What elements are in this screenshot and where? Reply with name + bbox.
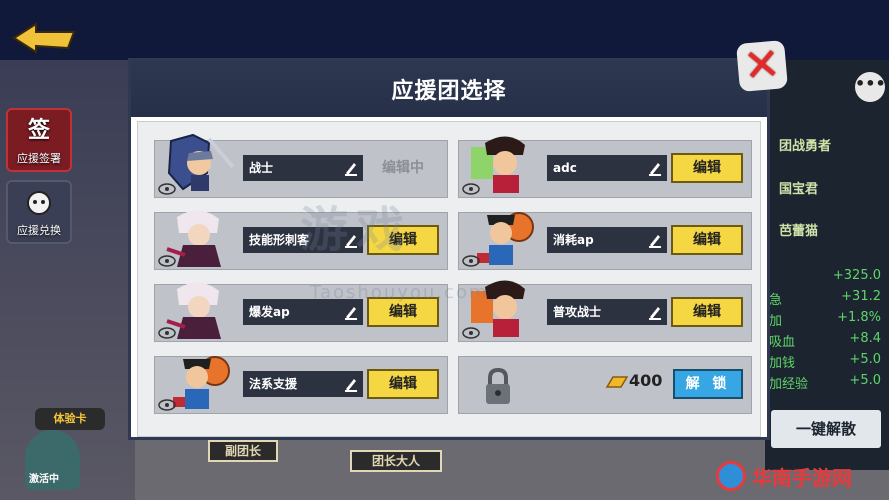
- gold-bar-icon: [605, 376, 629, 388]
- stat-label: 加: [769, 314, 783, 329]
- unlock-button[interactable]: 解 锁: [673, 369, 743, 399]
- sidebar-item-label: 应援签署: [17, 152, 61, 165]
- site-watermark-text: 华南手游网: [752, 465, 852, 490]
- locked-team-slot[interactable]: 400 解 锁: [458, 356, 752, 414]
- team-name-label: 普攻战士: [553, 305, 602, 319]
- member-name: 国宝君: [779, 182, 819, 197]
- team-name-field[interactable]: adc: [547, 155, 667, 181]
- eye-icon[interactable]: [462, 327, 480, 339]
- pencil-icon[interactable]: [647, 232, 663, 248]
- stat-value: +8.4: [849, 331, 881, 346]
- team-name-label: adc: [553, 161, 577, 175]
- team-name-label: 法系支援: [249, 377, 298, 391]
- dialog-header: 应援团选择: [131, 61, 767, 117]
- sidebar-item-cheer-sign[interactable]: 签 应援签署: [6, 108, 72, 172]
- team-name-label: 战士: [249, 161, 274, 175]
- team-name-field[interactable]: 法系支援: [243, 371, 363, 397]
- pencil-icon[interactable]: [343, 376, 359, 392]
- stat-value: +325.0: [832, 268, 881, 283]
- more-options-icon[interactable]: •••: [855, 72, 886, 102]
- trial-character-avatar[interactable]: 激活中: [25, 430, 80, 490]
- team-slot[interactable]: 消耗ap 编辑: [458, 212, 752, 270]
- site-logo-icon: [716, 461, 746, 491]
- disband-all-button[interactable]: 一键解散: [771, 410, 881, 448]
- pencil-icon[interactable]: [343, 160, 359, 176]
- team-name-label: 爆发ap: [249, 305, 290, 319]
- back-arrow-icon[interactable]: [10, 18, 80, 58]
- team-slot[interactable]: adc 编辑: [458, 136, 752, 198]
- close-icon: ✕: [741, 38, 783, 93]
- center-watermark: 游戏: [300, 202, 413, 258]
- pencil-icon[interactable]: [647, 304, 663, 320]
- pencil-icon[interactable]: [647, 160, 663, 176]
- dialog-body: 战士 编辑中 adc 编辑 技能形刺客 编辑 消耗ap 编辑 爆发ap 编辑 普…: [137, 121, 761, 437]
- sidebar-item-cheer-sign-glyph: 签: [27, 118, 50, 143]
- eye-icon[interactable]: [158, 255, 176, 267]
- stat-value: +1.8%: [837, 310, 881, 325]
- trial-card-label[interactable]: 体验卡: [35, 408, 105, 430]
- eye-icon[interactable]: [462, 255, 480, 267]
- sidebar-item-label: 应援兑换: [17, 224, 61, 237]
- cheer-team-select-dialog: 应援团选择 战士 编辑中 adc 编辑 技能形刺客 编辑 消耗ap 编辑 爆发a…: [128, 58, 770, 440]
- edit-button[interactable]: 编辑: [671, 153, 743, 183]
- eye-icon[interactable]: [158, 327, 176, 339]
- stat-label: 加钱: [769, 356, 796, 371]
- role-tag-leader: 团长大人: [350, 450, 442, 472]
- member-name: 团战勇者: [779, 139, 832, 154]
- sidebar-item-cheer-exchange[interactable]: 应援兑换: [6, 180, 72, 244]
- right-info-panel: ••• 团战勇者 国宝君 芭蕾猫 +325.0 急 +31.2 加 +1.8% …: [765, 60, 889, 470]
- stat-label: 吸血: [769, 335, 796, 350]
- member-name: 芭蕾猫: [779, 224, 819, 239]
- team-name-label: 消耗ap: [553, 233, 594, 247]
- stat-value: +5.0: [849, 352, 881, 367]
- close-button[interactable]: ✕: [735, 38, 789, 93]
- stat-label: 加经验: [769, 377, 809, 392]
- stat-value: +5.0: [849, 373, 881, 388]
- edit-button[interactable]: 编辑: [367, 369, 439, 399]
- team-name-field[interactable]: 普攻战士: [547, 299, 667, 325]
- team-name-field[interactable]: 战士: [243, 155, 363, 181]
- lock-icon: [486, 367, 510, 404]
- eye-icon[interactable]: [158, 183, 176, 195]
- site-watermark: 华南手游网: [716, 456, 886, 496]
- unlock-cost: 400: [629, 371, 663, 390]
- trial-status-label: 激活中: [29, 474, 59, 485]
- eye-icon[interactable]: [462, 183, 480, 195]
- editing-status: 编辑中: [382, 160, 424, 176]
- stat-label: 急: [769, 293, 783, 308]
- edit-button[interactable]: 编辑: [671, 297, 743, 327]
- edit-button[interactable]: 编辑: [671, 225, 743, 255]
- stat-value: +31.2: [841, 289, 881, 304]
- team-name-field[interactable]: 消耗ap: [547, 227, 667, 253]
- dialog-title: 应援团选择: [391, 79, 507, 104]
- pencil-icon[interactable]: [343, 304, 359, 320]
- center-watermark-url: Taoshouyou.com: [310, 282, 489, 303]
- role-tag-vice-leader: 副团长: [208, 440, 278, 462]
- eye-icon[interactable]: [158, 399, 176, 411]
- team-slot[interactable]: 法系支援 编辑: [154, 356, 448, 414]
- team-slot[interactable]: 普攻战士 编辑: [458, 280, 752, 342]
- character-face-icon: [27, 191, 51, 215]
